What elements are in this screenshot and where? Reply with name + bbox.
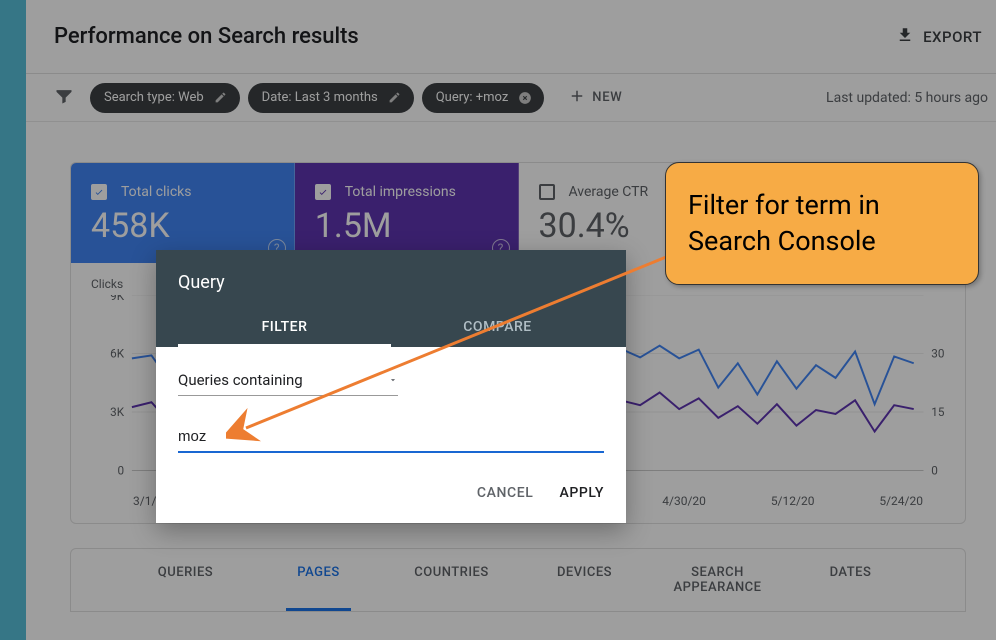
cancel-button[interactable]: CANCEL: [477, 485, 534, 501]
annotation-callout: Filter for term in Search Console: [665, 162, 979, 285]
apply-button[interactable]: APPLY: [559, 485, 604, 501]
modal-tabs: FILTER COMPARE: [178, 307, 604, 347]
modal-title: Query: [178, 272, 604, 293]
modal-body: Queries containing: [156, 347, 626, 457]
query-text-input[interactable]: [178, 422, 604, 453]
modal-actions: CANCEL APPLY: [156, 457, 626, 523]
select-value: Queries containing: [178, 371, 303, 389]
modal-header: Query FILTER COMPARE: [156, 250, 626, 347]
callout-text: Filter for term in Search Console: [688, 187, 956, 260]
modal-tab-filter[interactable]: FILTER: [178, 307, 391, 347]
match-type-select[interactable]: Queries containing: [178, 365, 398, 396]
chevron-down-icon: [388, 371, 398, 389]
query-filter-modal: Query FILTER COMPARE Queries containing …: [156, 250, 626, 523]
modal-tab-compare[interactable]: COMPARE: [391, 307, 604, 347]
